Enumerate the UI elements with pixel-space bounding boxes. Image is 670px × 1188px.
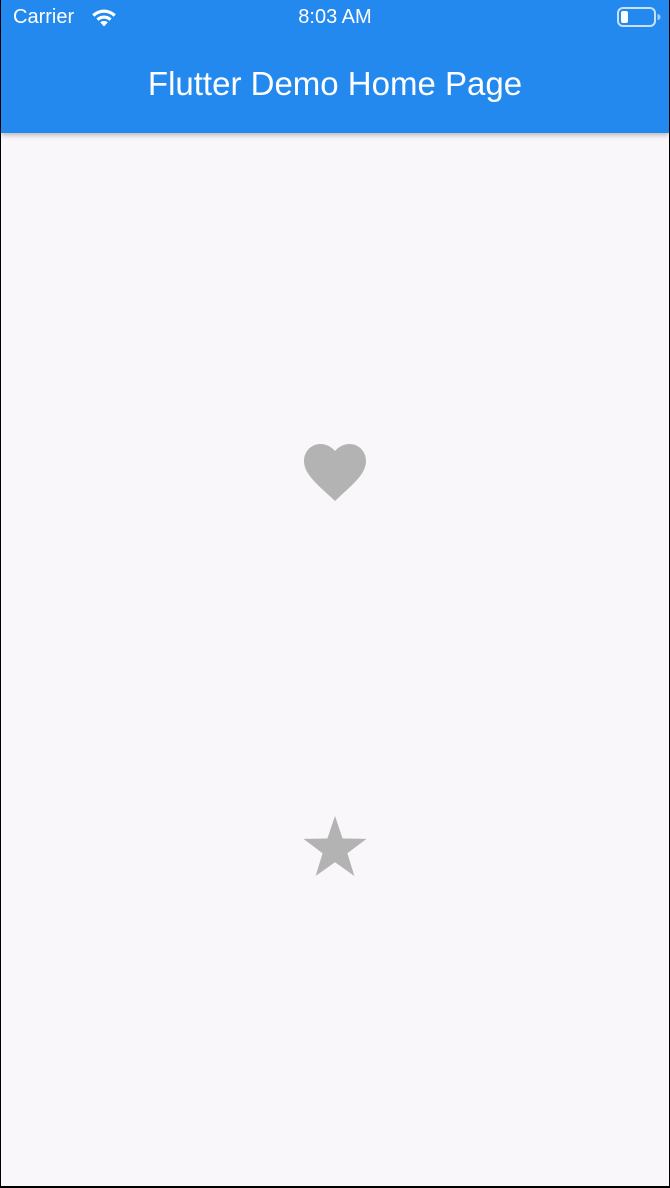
status-time: 8:03 AM [298, 6, 372, 28]
page-title: Flutter Demo Home Page [147, 65, 523, 102]
heart-icon[interactable] [301, 439, 369, 505]
status-bar: Carrier 8:03 AM [1, 0, 669, 34]
app-bar: Carrier 8:03 AM Flutter Demo Home Page [1, 0, 669, 133]
star-icon[interactable] [302, 814, 368, 880]
app-screen: Carrier 8:03 AM Flutter Demo Home Page [1, 0, 669, 1186]
battery-icon [617, 7, 661, 27]
